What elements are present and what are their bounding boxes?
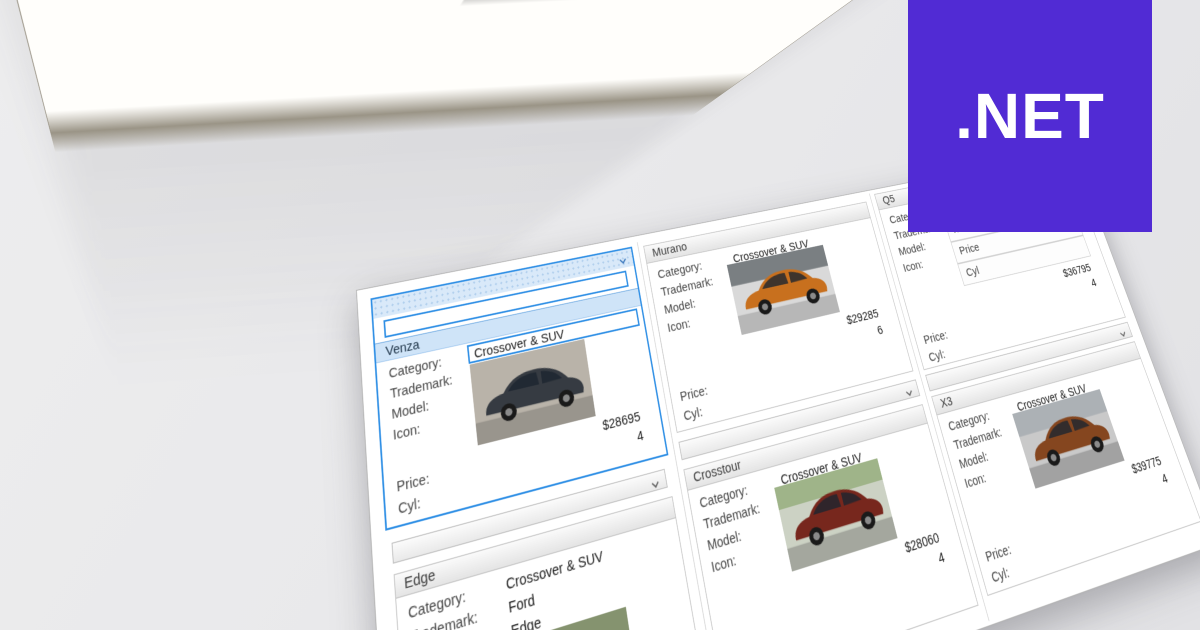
field-label-postalcode: PostalCode xyxy=(128,537,136,541)
employee-row-michael-suyama[interactable]: Employee: Mr. Michael Suyama xyxy=(25,572,107,599)
price-label: Price: xyxy=(396,471,430,496)
field-label-homephone: HomePhone xyxy=(145,536,153,539)
field-value-city: Tacoma xyxy=(143,531,145,532)
field-value-homephone: (206) 555-9482 xyxy=(139,537,145,539)
price-label: Price: xyxy=(984,542,1013,566)
expand-chevron-icon[interactable] xyxy=(0,607,17,630)
icon-label: Icon: xyxy=(710,552,738,576)
expand-chevron-icon[interactable] xyxy=(80,552,90,558)
field-value-lastname: Fuller xyxy=(113,568,121,577)
employee-row-label: Employee: Ms. Laura Callahan xyxy=(101,550,121,555)
notes-text: Andrew received his BTS commercial in 19… xyxy=(133,524,146,530)
price-label: Price: xyxy=(679,383,709,405)
field-label-region: Region xyxy=(146,529,151,531)
employee-photo-image xyxy=(137,540,166,615)
trademark-value: Ford xyxy=(508,591,536,617)
model-label: Model: xyxy=(663,297,697,318)
employee-row-robert-king[interactable]: Employee: Mr. Robert King xyxy=(59,557,116,573)
employee-row-label: Employee: Mr. Steven Buchanan xyxy=(21,605,86,630)
model-label: Model: xyxy=(706,528,743,555)
field-value-extension: 3457 xyxy=(129,542,132,545)
field-value-hiredate: 08/14/1992 xyxy=(123,548,130,552)
expand-chevron-icon[interactable] xyxy=(904,385,916,397)
dotnet-logo-text: .NET xyxy=(955,79,1105,153)
collapse-chevron-icon[interactable] xyxy=(618,253,629,264)
field-label-hiredate: HireDate xyxy=(129,546,140,552)
expand-chevron-icon[interactable] xyxy=(650,475,662,489)
field-label-country: Country xyxy=(131,534,138,537)
expand-chevron-icon[interactable] xyxy=(31,578,56,595)
field-label-address: Address xyxy=(145,533,152,536)
scroll-left-button[interactable] xyxy=(149,524,150,525)
field-label-titleofcourtesy: TitleOfCourtesy xyxy=(74,620,129,630)
model-label: Model: xyxy=(897,240,927,258)
field-value-address: 908 W. Capital Way xyxy=(139,534,145,536)
icon-label: Icon: xyxy=(666,316,691,335)
stage: { "logo":{"text":".NET","bg_color":"#512… xyxy=(0,0,1200,630)
expand-chevron-icon[interactable] xyxy=(92,545,99,549)
field-value-region: WA. xyxy=(144,529,145,530)
cyl-label: Cyl: xyxy=(398,495,422,518)
cyl-label: Cyl: xyxy=(682,404,703,424)
field-label-lastname: LastName xyxy=(118,564,137,578)
employee-row-anne-dodsworth[interactable]: Employee: Ms. Anne Dodsworth xyxy=(90,542,125,550)
employee-row-label: Employee: Mr. Michael Suyama xyxy=(67,576,104,590)
icon-label: Icon: xyxy=(392,421,421,444)
expand-chevron-icon[interactable] xyxy=(1117,327,1128,338)
cyl-label: Cyl: xyxy=(990,565,1011,587)
field-value-title: Vice President,... xyxy=(114,556,126,562)
field-label-extension: Extension xyxy=(132,541,141,546)
model-label: Model: xyxy=(957,449,990,472)
expand-chevron-icon[interactable] xyxy=(62,562,77,572)
employee-row-label: Employee: Ms. Nancy Davolio xyxy=(0,0,359,630)
employee-row-label: Employee: Ms. Anne Dodsworth xyxy=(108,543,124,547)
employee-row-steven-buchanan[interactable]: Employee: Mr. Steven Buchanan xyxy=(0,597,91,630)
field-value-firstname: Andrew xyxy=(97,590,112,607)
icon-label: Icon: xyxy=(963,470,988,491)
horizontal-scrollbar[interactable] xyxy=(121,524,151,527)
cyl-label: Cyl: xyxy=(927,347,947,365)
employee-photo xyxy=(137,540,167,617)
dotnet-logo-badge: .NET xyxy=(908,0,1152,232)
employee-row-laura-callahan[interactable]: Employee: Ms. Laura Callahan xyxy=(78,549,122,560)
field-label-title: Title xyxy=(125,553,139,562)
field-label-firstname: FirstName xyxy=(106,583,135,610)
field-label-city: City xyxy=(145,531,151,533)
model-label: Model: xyxy=(391,398,430,423)
model-value: Edge xyxy=(510,613,542,630)
icon-label: Icon: xyxy=(902,258,925,275)
field-label-notes: Notes xyxy=(146,525,150,526)
price-label: Price: xyxy=(922,328,949,347)
employee-row-label: Employee: Mr. Robert King xyxy=(91,560,114,568)
